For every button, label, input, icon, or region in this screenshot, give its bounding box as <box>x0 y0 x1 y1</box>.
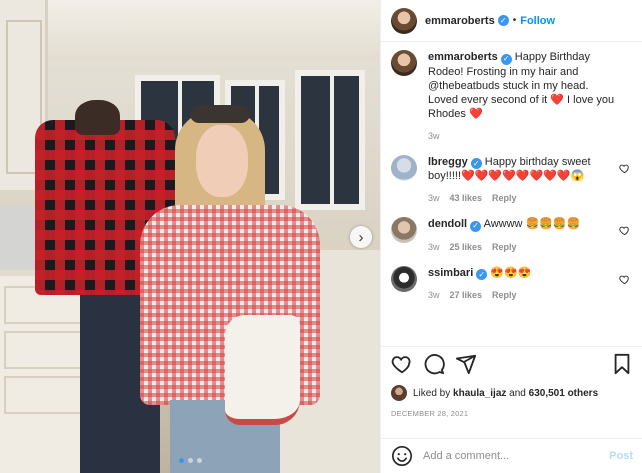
commenter-avatar[interactable] <box>391 217 417 243</box>
post-modal: › emmaroberts ✓ • Follow emmaroberts ✓ Ha… <box>0 0 642 473</box>
carousel-dot <box>178 458 184 463</box>
likes-prefix: Liked by <box>413 387 454 399</box>
carousel-dot <box>187 458 193 463</box>
caption-time[interactable]: 3w <box>428 129 440 143</box>
carousel-dot <box>196 458 202 463</box>
comment-time[interactable]: 3w <box>428 288 440 302</box>
post-actions <box>381 346 642 380</box>
photo-man-head <box>75 100 120 135</box>
photo-ceiling <box>0 0 380 60</box>
comment-icon[interactable] <box>423 353 445 375</box>
comment-text: 😍😍😍 <box>490 266 532 279</box>
follow-button[interactable]: Follow <box>520 15 555 27</box>
commenter-avatar[interactable] <box>391 265 417 292</box>
carousel-indicator <box>0 458 380 463</box>
like-comment-icon[interactable] <box>619 274 630 285</box>
heart-icon[interactable] <box>391 353 413 375</box>
verified-badge-icon: ✓ <box>476 269 488 280</box>
comment-time[interactable]: 3w <box>428 191 440 205</box>
verified-badge-icon: ✓ <box>497 15 509 26</box>
reply-button[interactable]: Reply <box>492 288 517 302</box>
emoji-icon[interactable] <box>391 445 413 467</box>
caption-username[interactable]: emmaroberts <box>428 51 498 63</box>
comment-input[interactable] <box>423 450 610 462</box>
photo-woman-face <box>196 125 248 197</box>
comment-likes[interactable]: 25 likes <box>450 240 483 254</box>
post-header: emmaroberts ✓ • Follow <box>381 0 642 42</box>
header-separator: • <box>512 15 517 26</box>
author-avatar[interactable] <box>391 7 417 34</box>
reply-button[interactable]: Reply <box>492 191 517 205</box>
post-comment-button[interactable]: Post <box>609 450 633 462</box>
reply-button[interactable]: Reply <box>492 240 517 254</box>
comments-list[interactable]: emmaroberts ✓ Happy Birthday Rodeo! Frost… <box>381 42 642 346</box>
likes-summary: Liked by khaula_ijaz and 630,501 others <box>391 385 598 401</box>
liker-username[interactable]: khaula_ijaz <box>453 388 506 399</box>
caption: emmaroberts ✓ Happy Birthday Rodeo! Frost… <box>391 50 632 143</box>
bookmark-icon[interactable] <box>611 353 633 375</box>
comment-text: Awwww 🍔🍔🍔🍔 <box>483 218 581 230</box>
verified-badge-icon: ✓ <box>470 220 482 232</box>
photo-woman-headband <box>190 105 250 123</box>
comment-username[interactable]: ssimbari <box>428 267 473 279</box>
liker-avatar[interactable] <box>391 385 407 401</box>
likes-and: and <box>506 387 529 399</box>
carousel-next-button[interactable]: › <box>350 226 372 248</box>
photo-woman <box>130 100 330 473</box>
comment-item: ssimbari ✓ 😍😍😍 3w 27 likes Reply <box>391 265 632 303</box>
post-date[interactable]: DECEMBER 28, 2021 <box>391 409 468 418</box>
comment-item: lbreggy ✓ Happy birthday sweet boy!!!!!❤️… <box>391 154 632 206</box>
verified-badge-icon: ✓ <box>470 158 482 169</box>
chevron-right-icon: › <box>358 228 364 246</box>
verified-badge-icon: ✓ <box>500 53 512 65</box>
add-comment-bar: Post <box>381 438 642 473</box>
likes-count[interactable]: 630,501 others <box>529 388 599 399</box>
photo-towel <box>225 315 300 425</box>
comment-item: dendoll ✓ Awwww 🍔🍔🍔🍔 3w 25 likes Reply <box>391 217 632 254</box>
comment-likes[interactable]: 43 likes <box>450 191 483 205</box>
commenter-avatar[interactable] <box>391 154 417 181</box>
post-sidebar: emmaroberts ✓ • Follow emmaroberts ✓ Happ… <box>380 0 642 473</box>
post-photo[interactable]: › <box>0 0 380 473</box>
comment-username[interactable]: dendoll <box>428 218 467 230</box>
author-username[interactable]: emmaroberts <box>425 15 495 27</box>
like-comment-icon[interactable] <box>619 225 630 236</box>
comment-time[interactable]: 3w <box>428 240 440 254</box>
comment-likes[interactable]: 27 likes <box>450 288 483 302</box>
like-comment-icon[interactable] <box>619 163 630 174</box>
share-icon[interactable] <box>455 353 477 375</box>
caption-avatar[interactable] <box>391 50 417 76</box>
comment-username[interactable]: lbreggy <box>428 156 468 168</box>
